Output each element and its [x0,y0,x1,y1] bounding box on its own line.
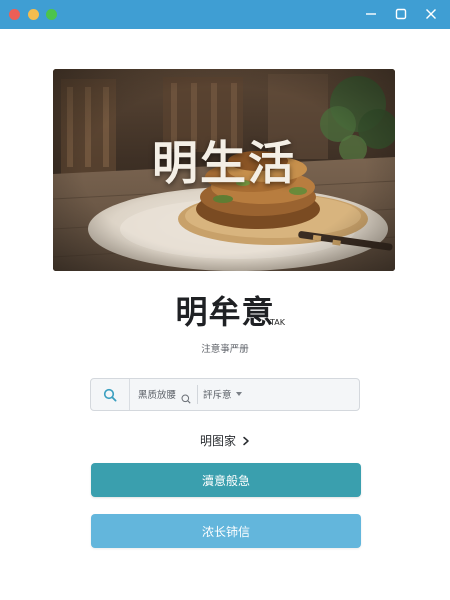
app-window: 明生活 明牟意 TAK 注意亊严册 黑质放腰 評斥意 明图家 瀆意般急 浓长铈信 [0,0,450,600]
search-button[interactable] [91,379,130,410]
traffic-light-close-button[interactable] [9,9,20,20]
search-input[interactable]: 黑质放腰 [138,387,176,401]
chevron-down-icon [235,392,242,396]
minimize-icon [366,13,376,15]
secondary-button-label: 浓长铈信 [201,524,250,539]
search-filter-dropdown[interactable]: 評斥意 [203,387,242,401]
traffic-light-zoom-button[interactable] [46,9,57,20]
close-button[interactable] [419,3,443,25]
more-link[interactable]: 明图家 [0,432,450,449]
search-filter-value: 評斥意 [203,390,232,401]
primary-button-label: 瀆意般急 [201,473,250,488]
close-icon [426,9,436,19]
brand-name: 明牟意 [175,293,275,331]
secondary-button[interactable]: 浓长铈信 [91,514,361,548]
brand-trademark: TAK [270,318,285,327]
traffic-light-minimize-button[interactable] [28,9,39,20]
search-clear-button[interactable] [181,389,191,408]
chevron-right-icon [242,436,250,446]
search-icon [103,388,117,402]
minimize-button[interactable] [359,3,383,25]
search-bar[interactable]: 黑质放腰 評斥意 [90,378,360,411]
brand-subtitle: 注意亊严册 [201,344,249,355]
maximize-icon [395,8,407,20]
more-link-label: 明图家 [199,434,236,448]
maximize-button[interactable] [389,3,413,25]
hero-title: 明生活 [152,136,296,190]
search-clear-icon [181,394,191,404]
search-divider [197,385,198,404]
primary-button[interactable]: 瀆意般急 [91,463,361,497]
title-bar [0,0,450,29]
